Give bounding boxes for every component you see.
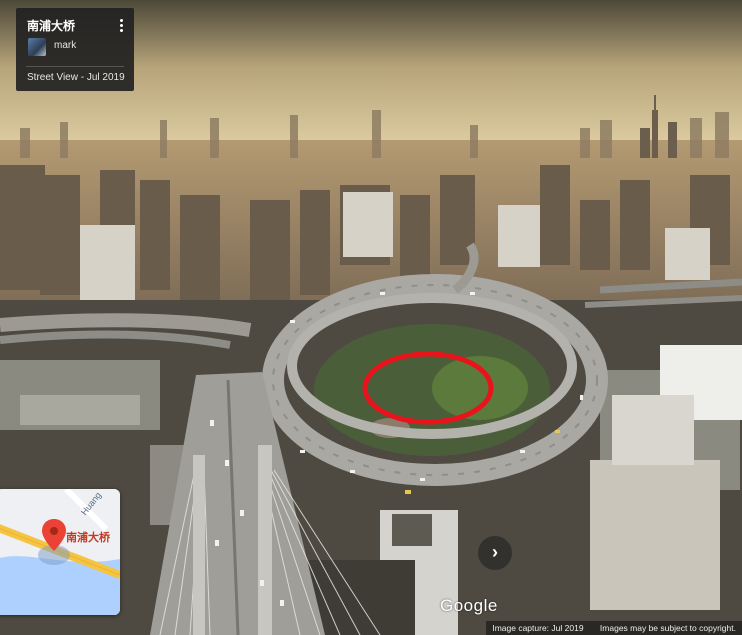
place-title: 南浦大桥 <box>27 19 76 33</box>
minimap[interactable]: Huang 南浦大桥 <box>0 489 120 615</box>
footer-bar: Image capture: Jul 2019 Images may be su… <box>486 621 742 635</box>
minimap-place-label: 南浦大桥 <box>66 532 110 544</box>
avatar[interactable] <box>28 38 46 56</box>
next-image-button[interactable]: › <box>478 536 512 570</box>
copyright-text[interactable]: Images may be subject to copyright. <box>600 623 736 633</box>
more-vert-icon[interactable] <box>116 17 126 37</box>
chevron-right-icon: › <box>492 542 498 562</box>
minimap-canvas <box>0 489 120 615</box>
google-logo: Google <box>440 596 498 615</box>
street-view-date: Street View - Jul 2019 <box>27 72 125 83</box>
image-capture-text: Image capture: Jul 2019 <box>492 623 584 633</box>
info-card: 南浦大桥 mark Street View - Jul 2019 <box>16 8 134 91</box>
card-divider <box>26 66 124 67</box>
author-name[interactable]: mark <box>54 40 76 51</box>
